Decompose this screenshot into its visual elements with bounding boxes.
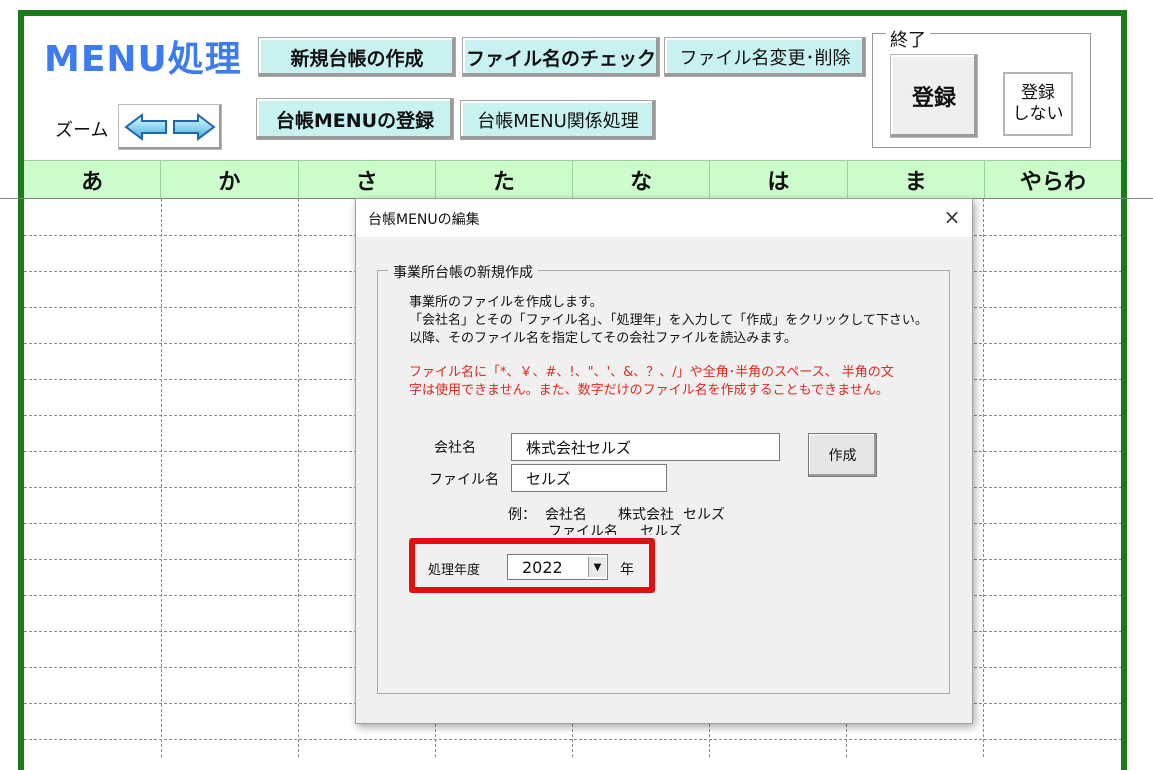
kana-header-a[interactable]: あ — [24, 161, 162, 198]
description-line-1: 事業所のファイルを作成します。 — [409, 295, 603, 310]
menu-title: MENU処理 — [44, 39, 242, 80]
create-button[interactable]: 作成 — [808, 433, 877, 477]
warning-line-1: ファイル名に「*、￥、#、!、"、'、&、？、/」や全角･半角のスペース、 半角… — [409, 365, 894, 380]
dialog-titlebar[interactable]: 台帳MENUの編集 × — [356, 199, 972, 237]
company-name-label: 会社名 — [434, 440, 476, 456]
group-label: 事業所台帳の新規作成 — [388, 262, 538, 282]
warning-text: ファイル名に「*、￥、#、!、"、'、&、？、/」や全角･半角のスペース、 半角… — [409, 364, 894, 400]
no-register-button[interactable]: 登録 しない — [1003, 72, 1073, 136]
company-name-input[interactable]: 株式会社セルズ — [511, 433, 780, 461]
zoom-label: ズーム — [55, 120, 109, 141]
register-button[interactable]: 登録 — [890, 54, 978, 138]
description-line-2: 「会社名」とその「ファイル名」、「処理年」を入力して「作成」をクリックして下さい… — [409, 313, 928, 328]
end-group-label: 終了 — [886, 26, 930, 52]
kana-header-sa[interactable]: さ — [299, 161, 436, 198]
file-check-button[interactable]: ファイル名のチェック — [462, 37, 660, 77]
kana-header-ka[interactable]: か — [161, 161, 299, 198]
kana-header-ma[interactable]: ま — [848, 161, 985, 198]
kana-header-ha[interactable]: は — [710, 161, 848, 198]
no-register-line2: しない — [1012, 104, 1064, 124]
ledger-menu-related-button[interactable]: 台帳MENU関係処理 — [460, 100, 656, 140]
description-text: 事業所のファイルを作成します。 「会社名」とその「ファイル名」、「処理年」を入力… — [409, 294, 928, 348]
zoom-button[interactable] — [118, 104, 222, 150]
dialog-title: 台帳MENUの編集 — [368, 212, 480, 228]
example-text: 例： 会社名 株式会社 セルズ ファイル名 セルズ — [508, 507, 725, 535]
warning-line-2: 字は使用できません。また、数字だけのファイル名を作成することもできません。 — [409, 383, 889, 398]
description-line-3: 以降、そのファイル名を指定してその会社ファイルを読込みます。 — [409, 331, 797, 346]
kana-header-na[interactable]: な — [573, 161, 711, 198]
close-icon[interactable]: × — [940, 205, 964, 229]
zoom-arrows-icon — [124, 113, 216, 141]
kana-header-ta[interactable]: た — [436, 161, 573, 198]
file-name-label: ファイル名 — [429, 472, 499, 488]
kana-header-row: あ か さ た な は ま やらわ — [24, 160, 1121, 198]
file-name-input[interactable]: セルズ — [511, 464, 667, 492]
ledger-menu-dialog: 台帳MENUの編集 × 事業所台帳の新規作成 事業所のファイルを作成します。 「… — [355, 198, 973, 724]
kana-header-yarawa[interactable]: やらわ — [985, 161, 1121, 198]
file-rename-button[interactable]: ファイル名変更･削除 — [664, 37, 866, 77]
new-ledger-button[interactable]: 新規台帳の作成 — [258, 37, 456, 77]
fiscal-year-highlight — [409, 538, 655, 593]
ledger-menu-register-button[interactable]: 台帳MENUの登録 — [256, 98, 454, 140]
no-register-line1: 登録 — [1021, 83, 1055, 103]
